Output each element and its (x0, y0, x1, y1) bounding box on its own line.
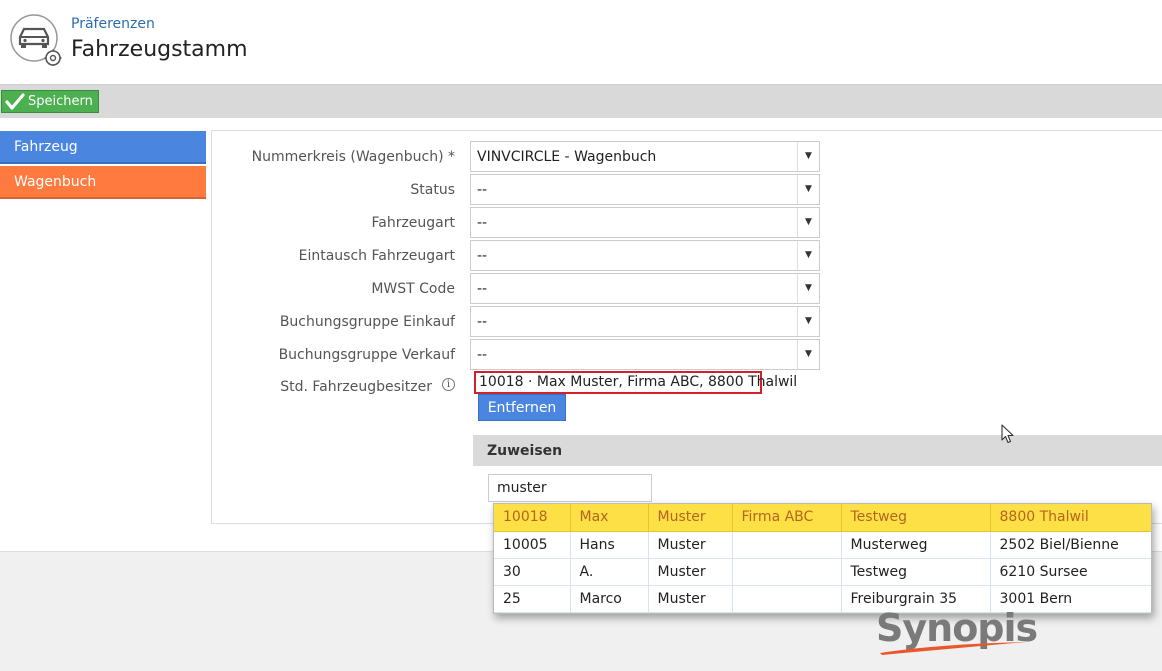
save-button-label: Speichern (28, 94, 93, 109)
caret-down-icon[interactable]: ▼ (797, 274, 819, 303)
select-status[interactable]: -- ▼ (470, 174, 820, 205)
result-street: Testweg (841, 558, 991, 586)
page-title: Fahrzeugstamm (71, 37, 248, 62)
result-row[interactable]: 10005 Hans Muster Musterweg 2502 Biel/Bi… (494, 531, 1151, 559)
search-input[interactable] (488, 474, 652, 502)
result-lastname: Muster (648, 504, 733, 532)
select-nummerkreis[interactable]: VINVCIRCLE - Wagenbuch ▼ (470, 141, 820, 172)
select-value: -- (477, 281, 488, 297)
result-firstname: Marco (570, 585, 649, 613)
result-city: 6210 Sursee (990, 558, 1151, 586)
result-row[interactable]: 10018 Max Muster Firma ABC Testweg 8800 … (494, 504, 1151, 532)
caret-down-icon[interactable]: ▼ (797, 307, 819, 336)
sidebar-item-wagenbuch[interactable]: Wagenbuch (0, 166, 206, 199)
result-company (732, 558, 842, 586)
field-label-buchungsgruppe-einkauf: Buchungsgruppe Einkauf (279, 314, 455, 330)
select-value: -- (477, 248, 488, 264)
caret-down-icon[interactable]: ▼ (797, 142, 819, 171)
result-row[interactable]: 30 A. Muster Testweg 6210 Sursee (494, 558, 1151, 586)
save-button[interactable]: Speichern (1, 90, 99, 113)
caret-down-icon[interactable]: ▼ (797, 340, 819, 369)
result-nr: 10018 (494, 504, 571, 532)
sidebar-item-fahrzeug[interactable]: Fahrzeug (0, 131, 206, 164)
mouse-pointer-icon (1001, 424, 1014, 444)
caret-down-icon[interactable]: ▼ (797, 208, 819, 237)
breadcrumb[interactable]: Präferenzen (71, 16, 155, 32)
checkmark-icon (5, 92, 25, 110)
result-city: 2502 Biel/Bienne (990, 531, 1151, 559)
result-company: Firma ABC (732, 504, 842, 532)
field-label-mwst-code: MWST Code (371, 281, 455, 297)
field-label-status: Status (410, 182, 455, 198)
result-company (732, 585, 842, 613)
result-firstname: Hans (570, 531, 649, 559)
result-firstname: Max (570, 504, 649, 532)
select-value: -- (477, 314, 488, 330)
result-street: Testweg (841, 504, 991, 532)
page-header: Präferenzen Fahrzeugstamm (0, 0, 1162, 84)
result-nr: 25 (494, 585, 571, 613)
remove-button[interactable]: Entfernen (478, 394, 566, 421)
result-row[interactable]: 25 Marco Muster Freiburgrain 35 3001 Ber… (494, 585, 1151, 613)
owner-value: 10018 · Max Muster, Firma ABC, 8800 Thal… (474, 371, 797, 394)
result-lastname: Muster (648, 585, 733, 613)
result-lastname: Muster (648, 558, 733, 586)
field-label-fahrzeugart: Fahrzeugart (371, 215, 455, 231)
result-nr: 30 (494, 558, 571, 586)
result-firstname: A. (570, 558, 649, 586)
select-fahrzeugart[interactable]: -- ▼ (470, 207, 820, 238)
select-value: VINVCIRCLE - Wagenbuch (477, 149, 657, 165)
result-lastname: Muster (648, 531, 733, 559)
field-label-eintausch-fahrzeugart: Eintausch Fahrzeugart (298, 248, 455, 264)
assign-section-header: Zuweisen (473, 435, 1162, 466)
select-eintausch-fahrzeugart[interactable]: -- ▼ (470, 240, 820, 271)
result-street: Musterweg (841, 531, 991, 559)
select-value: -- (477, 347, 488, 363)
caret-down-icon[interactable]: ▼ (797, 175, 819, 204)
caret-down-icon[interactable]: ▼ (797, 241, 819, 270)
logo-swoosh-icon (880, 642, 1026, 655)
info-icon[interactable]: i (442, 378, 455, 391)
result-city: 8800 Thalwil (990, 504, 1151, 532)
select-value: -- (477, 215, 488, 231)
field-label-std-fahrzeugbesitzer: Std. Fahrzeugbesitzer (280, 379, 432, 395)
select-value: -- (477, 182, 488, 198)
select-mwst-code[interactable]: -- ▼ (470, 273, 820, 304)
toolbar: Speichern (0, 84, 1162, 118)
autocomplete-dropdown: 10018 Max Muster Firma ABC Testweg 8800 … (493, 503, 1152, 614)
results-table: 10018 Max Muster Firma ABC Testweg 8800 … (494, 504, 1151, 613)
field-label-nummerkreis: Nummerkreis (Wagenbuch) * (251, 149, 455, 165)
select-buchungsgruppe-einkauf[interactable]: -- ▼ (470, 306, 820, 337)
car-settings-icon (10, 14, 62, 66)
result-company (732, 531, 842, 559)
result-nr: 10005 (494, 531, 571, 559)
select-buchungsgruppe-verkauf[interactable]: -- ▼ (470, 339, 820, 370)
field-label-buchungsgruppe-verkauf: Buchungsgruppe Verkauf (278, 347, 455, 363)
